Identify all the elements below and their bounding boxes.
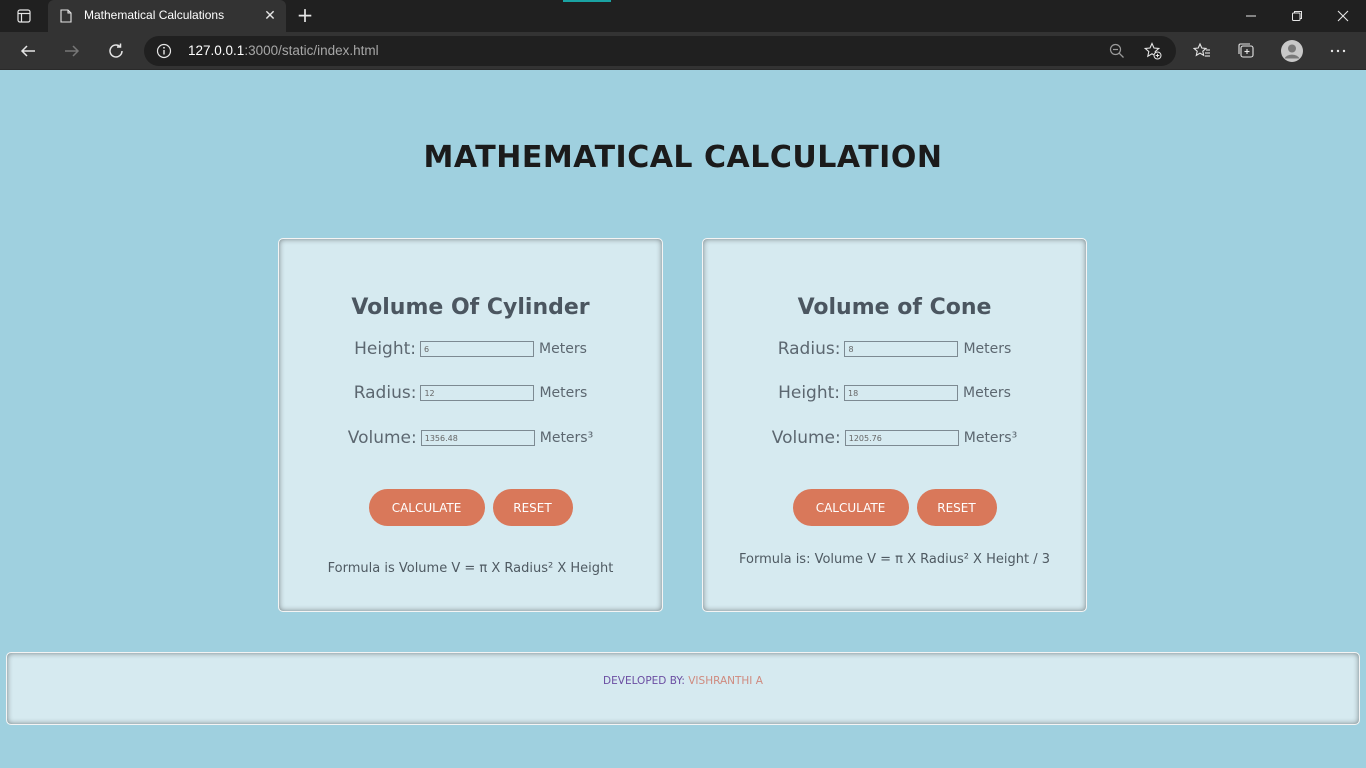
url-host: 127.0.0.1: [188, 43, 245, 58]
zoom-button[interactable]: [1108, 42, 1126, 60]
cone-radius-unit: Meters: [963, 341, 1012, 357]
tab-actions-icon: [17, 9, 31, 23]
footer-credit: DEVELOPED BY: VISHRANTHI A: [7, 675, 1359, 687]
collections-button[interactable]: [1232, 37, 1260, 65]
browser-tab-bar: Mathematical Calculations ✕ +: [0, 0, 1366, 32]
arrow-right-icon: [65, 45, 80, 57]
cylinder-height-input[interactable]: [420, 341, 535, 357]
cone-height-input[interactable]: [844, 385, 959, 401]
tab-actions-button[interactable]: [10, 6, 38, 26]
cone-height-row: Height: Meters: [703, 383, 1086, 403]
cylinder-volume-unit: Meters³: [539, 430, 594, 446]
star-add-icon: [1144, 42, 1162, 60]
close-tab-icon[interactable]: ✕: [262, 8, 278, 24]
cone-card: Volume of Cone Radius: Meters Height: Me…: [702, 238, 1087, 612]
cylinder-card: Volume Of Cylinder Height: Meters Radius…: [278, 238, 663, 612]
cylinder-volume-output[interactable]: [420, 430, 535, 446]
cylinder-reset-button[interactable]: RESET: [492, 489, 573, 526]
url-path: :3000/static/index.html: [244, 43, 379, 58]
cone-formula: Formula is: Volume V = π X Radius² X Hei…: [739, 552, 1050, 567]
cylinder-radius-input[interactable]: [420, 385, 535, 401]
restore-button[interactable]: [1282, 4, 1312, 28]
cylinder-height-row: Height: Meters: [279, 339, 662, 359]
favorites-icon: [1193, 42, 1210, 57]
cone-height-unit: Meters: [963, 385, 1011, 401]
avatar-icon: [1281, 40, 1303, 62]
cone-volume-label: Volume:: [771, 428, 841, 448]
settings-menu-button[interactable]: [1324, 37, 1352, 65]
cone-title: Volume of Cone: [797, 295, 992, 320]
footer-label: DEVELOPED BY:: [603, 675, 685, 687]
refresh-icon: [109, 43, 123, 58]
restore-icon: [1292, 11, 1302, 21]
footer-author: VISHRANTHI A: [688, 675, 763, 687]
cylinder-volume-row: Volume: Meters³: [279, 428, 662, 448]
page-icon: [60, 9, 72, 23]
footer: DEVELOPED BY: VISHRANTHI A: [6, 652, 1360, 725]
cylinder-radius-row: Radius: Meters: [279, 383, 662, 403]
new-tab-button[interactable]: +: [294, 5, 316, 27]
page-title: MATHEMATICAL CALCULATION: [423, 140, 943, 175]
refresh-button[interactable]: [102, 37, 130, 65]
back-button[interactable]: [14, 37, 42, 65]
cone-height-label: Height:: [778, 383, 841, 403]
cone-radius-input[interactable]: [844, 341, 959, 357]
cylinder-calculate-button[interactable]: CALCULATE: [368, 489, 485, 526]
close-icon: [1337, 10, 1349, 22]
browser-toolbar: 127.0.0.1:3000/static/index.html: [0, 32, 1366, 70]
cylinder-buttons: CALCULATE RESET: [279, 489, 662, 526]
cone-buttons: CALCULATE RESET: [703, 489, 1086, 526]
zoom-out-icon: [1109, 43, 1124, 58]
cylinder-height-label: Height:: [354, 339, 417, 359]
more-icon: [1330, 49, 1346, 53]
minimize-button[interactable]: [1236, 4, 1266, 28]
cylinder-radius-label: Radius:: [353, 383, 417, 403]
add-favorite-button[interactable]: [1144, 42, 1162, 60]
cylinder-height-unit: Meters: [539, 341, 587, 357]
info-icon[interactable]: [156, 43, 172, 59]
favorites-button[interactable]: [1188, 37, 1216, 65]
profile-button[interactable]: [1278, 37, 1306, 65]
browser-tab[interactable]: Mathematical Calculations ✕: [48, 0, 286, 32]
collections-icon: [1238, 43, 1254, 58]
cone-reset-button[interactable]: RESET: [916, 489, 997, 526]
cone-volume-output[interactable]: [844, 430, 959, 446]
forward-button[interactable]: [58, 37, 86, 65]
cone-volume-unit: Meters³: [963, 430, 1018, 446]
minimize-icon: [1246, 15, 1256, 17]
cone-radius-label: Radius:: [777, 339, 841, 359]
cone-radius-row: Radius: Meters: [703, 339, 1086, 359]
cone-volume-row: Volume: Meters³: [703, 428, 1086, 448]
arrow-left-icon: [20, 45, 35, 57]
accent-strip: [563, 0, 611, 2]
close-window-button[interactable]: [1328, 4, 1358, 28]
cone-calculate-button[interactable]: CALCULATE: [792, 489, 909, 526]
tab-title: Mathematical Calculations: [84, 8, 225, 22]
cylinder-radius-unit: Meters: [539, 385, 588, 401]
cylinder-volume-label: Volume:: [347, 428, 417, 448]
address-bar[interactable]: 127.0.0.1:3000/static/index.html: [144, 36, 1176, 66]
cylinder-formula: Formula is Volume V = π X Radius² X Heig…: [327, 561, 614, 576]
url-text[interactable]: 127.0.0.1:3000/static/index.html: [188, 43, 379, 58]
cylinder-title: Volume Of Cylinder: [351, 295, 590, 320]
